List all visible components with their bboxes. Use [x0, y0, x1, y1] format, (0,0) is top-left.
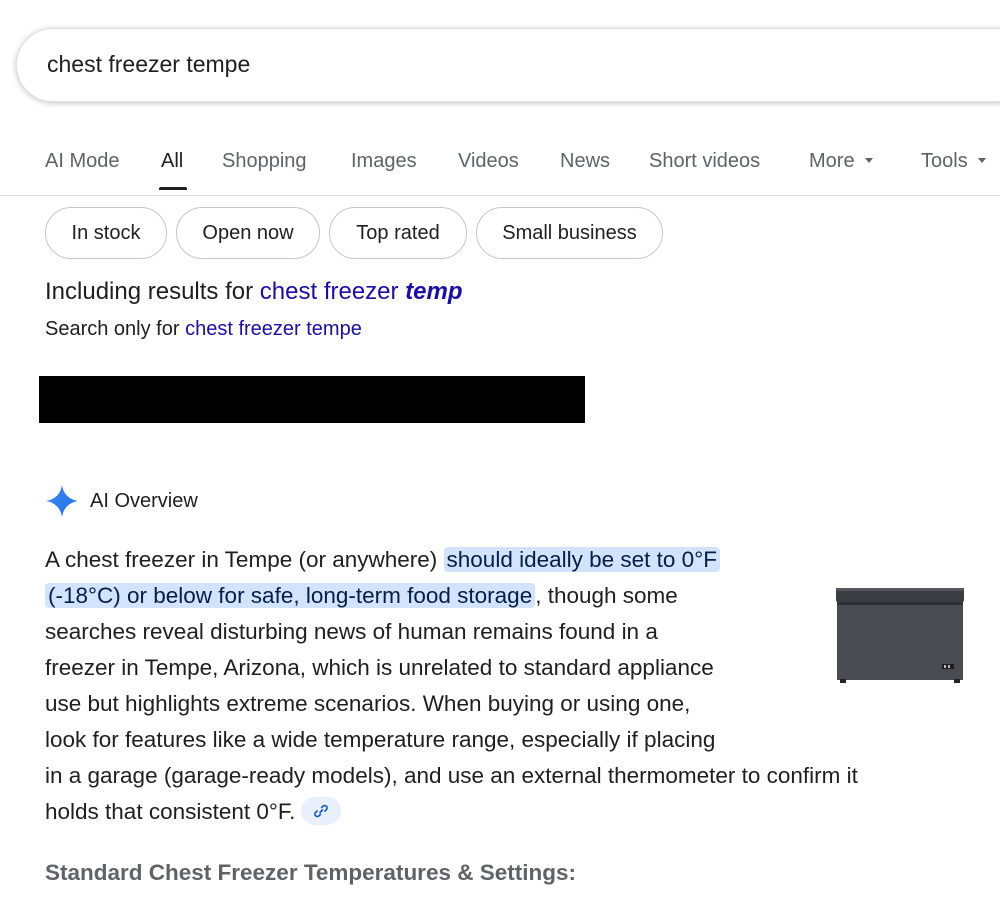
ai-text-line: look for features like a wide temperatur…	[45, 727, 716, 752]
tab-more[interactable]: More	[809, 150, 873, 173]
tab-news[interactable]: News	[560, 150, 610, 173]
highlighted-text: should ideally be set to 0°F	[443, 547, 720, 572]
ai-text-segment: A chest freezer in Tempe (or anywhere)	[45, 547, 444, 572]
search-results-page: AI Mode All Shopping Images Videos News …	[0, 0, 1000, 919]
ai-text-line: A chest freezer in Tempe (or anywhere) s…	[45, 542, 858, 578]
chevron-down-icon	[977, 157, 986, 163]
highlighted-text: (-18°C) or below for safe, long-term foo…	[45, 583, 536, 608]
ai-text-line: holds that consistent 0°F.	[45, 794, 858, 830]
including-prefix: Including results for	[45, 278, 260, 305]
redacted-block	[39, 376, 585, 423]
tab-tools[interactable]: Tools	[921, 150, 986, 173]
tab-ai-mode[interactable]: AI Mode	[45, 150, 119, 173]
corrected-query-link[interactable]: chest freezer temp	[260, 278, 463, 305]
tab-shopping[interactable]: Shopping	[222, 150, 307, 173]
chip-top-rated[interactable]: Top rated	[329, 207, 467, 259]
tab-videos[interactable]: Videos	[458, 150, 519, 173]
search-only-notice: Search only for chest freezer tempe	[45, 318, 362, 341]
ai-text-segment: holds that consistent 0°F.	[45, 799, 296, 824]
search-only-prefix: Search only for	[45, 318, 186, 340]
search-input[interactable]	[47, 51, 947, 78]
tab-tools-label: Tools	[921, 150, 968, 172]
tab-short-videos[interactable]: Short videos	[649, 150, 760, 173]
sparkle-icon	[46, 485, 78, 517]
original-query-link[interactable]: chest freezer tempe	[185, 318, 362, 340]
corrected-query-main: chest freezer	[259, 278, 406, 305]
chip-open-now[interactable]: Open now	[176, 207, 320, 259]
link-icon	[314, 804, 329, 818]
chip-small-business[interactable]: Small business	[476, 207, 663, 259]
search-tabs: AI Mode All Shopping Images Videos News …	[0, 140, 1000, 196]
section-subheading: Standard Chest Freezer Temperatures & Se…	[45, 860, 576, 885]
ai-text-line: (-18°C) or below for safe, long-term foo…	[45, 578, 858, 614]
ai-overview-text: A chest freezer in Tempe (or anywhere) s…	[45, 542, 858, 830]
including-results-notice: Including results for chest freezer temp	[45, 278, 463, 306]
ai-overview-title: AI Overview	[90, 490, 198, 512]
ai-text-line: freezer in Tempe, Arizona, which is unre…	[45, 655, 714, 680]
source-link-button[interactable]	[301, 797, 342, 826]
ai-text-line: in a garage (garage-ready models), and u…	[45, 763, 858, 788]
corrected-query-emphasis: temp	[405, 278, 463, 305]
search-bar[interactable]	[16, 28, 1000, 102]
tab-more-label: More	[809, 150, 855, 172]
chest-freezer-image[interactable]	[834, 584, 966, 688]
tab-all[interactable]: All	[161, 150, 183, 173]
ai-text-segment: , though some	[535, 583, 678, 608]
active-tab-indicator	[159, 187, 187, 190]
ai-text-line: searches reveal disturbing news of human…	[45, 619, 658, 644]
chip-in-stock[interactable]: In stock	[45, 207, 167, 259]
tab-images[interactable]: Images	[351, 150, 417, 173]
ai-text-line: use but highlights extreme scenarios. Wh…	[45, 691, 691, 716]
chevron-down-icon	[864, 157, 873, 163]
